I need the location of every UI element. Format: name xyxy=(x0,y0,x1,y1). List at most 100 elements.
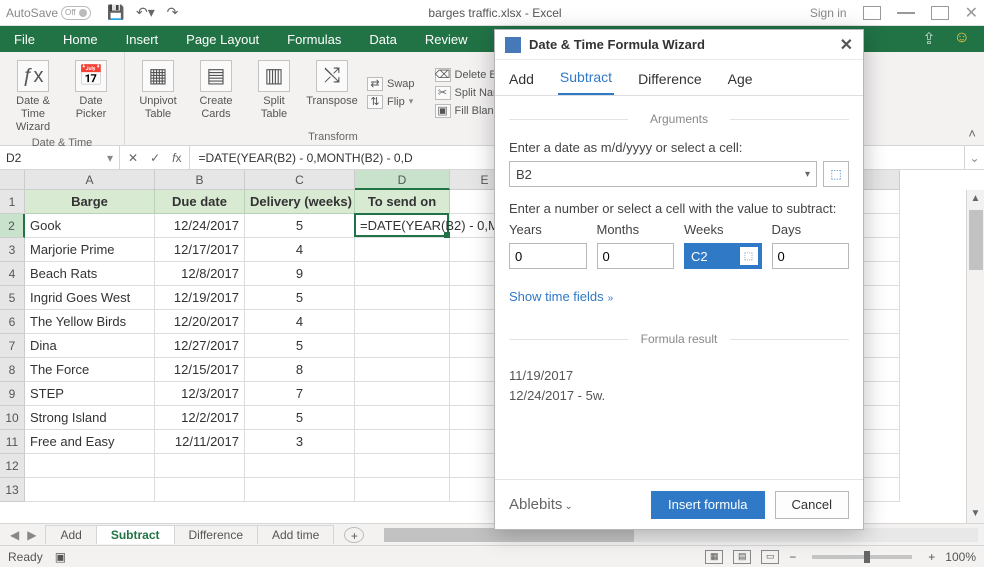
redo-icon[interactable]: ↷ xyxy=(165,4,180,21)
maximize-icon[interactable] xyxy=(931,6,949,20)
date-cell-input[interactable]: B2▾ xyxy=(509,161,817,187)
cell[interactable]: The Force xyxy=(25,358,155,382)
cell[interactable]: Beach Rats xyxy=(25,262,155,286)
dialog-title-bar[interactable]: Date & Time Formula Wizard ✕ xyxy=(495,30,863,60)
tab-page-layout[interactable]: Page Layout xyxy=(172,26,273,52)
vertical-scrollbar[interactable]: ▲ ▼ xyxy=(966,190,984,523)
date-picker-button[interactable]: 📅 Date Picker xyxy=(66,56,116,135)
table-header[interactable]: Barge xyxy=(25,190,155,214)
tab-formulas[interactable]: Formulas xyxy=(273,26,355,52)
cell[interactable]: 7 xyxy=(245,382,355,406)
share-icon[interactable]: ⇪ xyxy=(922,29,935,49)
zoom-out-icon[interactable]: − xyxy=(789,550,796,564)
tab-home[interactable]: Home xyxy=(49,26,112,52)
insert-function-icon[interactable]: fx xyxy=(172,151,181,165)
dialog-tab-subtract[interactable]: Subtract xyxy=(558,69,614,95)
save-icon[interactable]: 💾 xyxy=(107,4,122,21)
dialog-tab-add[interactable]: Add xyxy=(507,71,536,95)
select-range-button[interactable]: ⬚ xyxy=(823,161,849,187)
cell[interactable]: 12/2/2017 xyxy=(155,406,245,430)
cell[interactable] xyxy=(355,406,450,430)
create-cards-button[interactable]: ▤Create Cards xyxy=(191,56,241,129)
cell[interactable] xyxy=(355,310,450,334)
date-time-wizard-button[interactable]: ƒx Date & Time Wizard xyxy=(8,56,58,135)
cell[interactable]: 12/15/2017 xyxy=(155,358,245,382)
dialog-tab-difference[interactable]: Difference xyxy=(636,71,704,95)
row-header[interactable]: 6 xyxy=(0,310,25,334)
sheet-tab[interactable]: Add xyxy=(45,525,96,544)
ribbon-display-icon[interactable] xyxy=(863,6,881,20)
row-header[interactable]: 11 xyxy=(0,430,25,454)
cell[interactable]: 4 xyxy=(245,238,355,262)
name-box[interactable]: D2▾ xyxy=(0,146,120,169)
row-header[interactable]: 3 xyxy=(0,238,25,262)
cancel-formula-icon[interactable]: ✕ xyxy=(128,151,138,165)
cell[interactable]: 9 xyxy=(245,262,355,286)
cell[interactable]: Gook xyxy=(25,214,155,238)
cell[interactable] xyxy=(355,262,450,286)
column-header-D[interactable]: D xyxy=(355,170,450,190)
cell[interactable]: STEP xyxy=(25,382,155,406)
cell[interactable] xyxy=(355,214,450,238)
tab-review[interactable]: Review xyxy=(411,26,482,52)
cell[interactable]: 5 xyxy=(245,286,355,310)
row-header[interactable]: 2 xyxy=(0,214,25,238)
chevron-down-icon[interactable]: ▾ xyxy=(107,151,113,165)
show-time-fields-link[interactable]: Show time fields» xyxy=(509,289,849,304)
table-header[interactable]: Delivery (weeks) xyxy=(245,190,355,214)
undo-icon[interactable]: ↶▾ xyxy=(136,4,151,21)
row-header[interactable]: 13 xyxy=(0,478,25,502)
row-header[interactable]: 5 xyxy=(0,286,25,310)
transpose-button[interactable]: ⤭Transpose xyxy=(307,56,357,129)
dialog-tab-age[interactable]: Age xyxy=(726,71,755,95)
macro-record-icon[interactable]: ▣ xyxy=(55,550,66,564)
split-table-button[interactable]: ▥Split Table xyxy=(249,56,299,129)
cell[interactable]: Marjorie Prime xyxy=(25,238,155,262)
smiley-icon[interactable]: ☺ xyxy=(954,29,970,49)
cell[interactable]: 5 xyxy=(245,406,355,430)
scroll-thumb[interactable] xyxy=(969,210,983,270)
cell[interactable]: The Yellow Birds xyxy=(25,310,155,334)
cell[interactable]: 3 xyxy=(245,430,355,454)
chevron-down-icon[interactable]: ▾ xyxy=(805,169,810,180)
row-header[interactable]: 12 xyxy=(0,454,25,478)
cell[interactable] xyxy=(355,430,450,454)
signin-link[interactable]: Sign in xyxy=(810,6,847,20)
scroll-down-icon[interactable]: ▼ xyxy=(967,505,984,523)
zoom-slider[interactable] xyxy=(812,555,912,559)
years-input[interactable] xyxy=(509,243,587,269)
autosave-toggle[interactable]: AutoSave Off xyxy=(6,6,91,20)
close-icon[interactable]: ✕ xyxy=(965,3,978,23)
flip-button[interactable]: ⇅Flip▾ xyxy=(365,94,417,110)
cell[interactable] xyxy=(355,358,450,382)
sheet-next-icon[interactable]: ▶ xyxy=(27,528,36,542)
column-header-C[interactable]: C xyxy=(245,170,355,190)
select-range-icon[interactable]: ⬚ xyxy=(740,247,758,265)
brand-menu[interactable]: Ablebits⌄ xyxy=(509,496,573,513)
cell[interactable] xyxy=(355,286,450,310)
page-break-view-icon[interactable]: ▭ xyxy=(761,550,779,564)
days-input[interactable] xyxy=(772,243,850,269)
cell[interactable]: Dina xyxy=(25,334,155,358)
page-layout-view-icon[interactable]: ▤ xyxy=(733,550,751,564)
cell[interactable]: 12/24/2017 xyxy=(155,214,245,238)
cell[interactable]: 5 xyxy=(245,334,355,358)
zoom-in-icon[interactable]: + xyxy=(928,550,935,564)
sheet-tab[interactable]: Subtract xyxy=(96,525,175,544)
row-header[interactable]: 8 xyxy=(0,358,25,382)
months-input[interactable] xyxy=(597,243,675,269)
column-header-A[interactable]: A xyxy=(25,170,155,190)
minimize-icon[interactable] xyxy=(897,12,915,14)
cell[interactable] xyxy=(355,238,450,262)
collapse-ribbon-icon[interactable]: ˄ xyxy=(968,126,976,141)
cell[interactable]: Free and Easy xyxy=(25,430,155,454)
tab-file[interactable]: File xyxy=(0,26,49,52)
zoom-level[interactable]: 100% xyxy=(945,550,976,564)
tab-insert[interactable]: Insert xyxy=(112,26,173,52)
cell[interactable]: 12/3/2017 xyxy=(155,382,245,406)
dialog-close-icon[interactable]: ✕ xyxy=(840,35,853,55)
sheet-prev-icon[interactable]: ◀ xyxy=(10,528,19,542)
table-header[interactable]: To send on xyxy=(355,190,450,214)
add-sheet-button[interactable]: + xyxy=(344,527,364,543)
cell[interactable] xyxy=(355,334,450,358)
